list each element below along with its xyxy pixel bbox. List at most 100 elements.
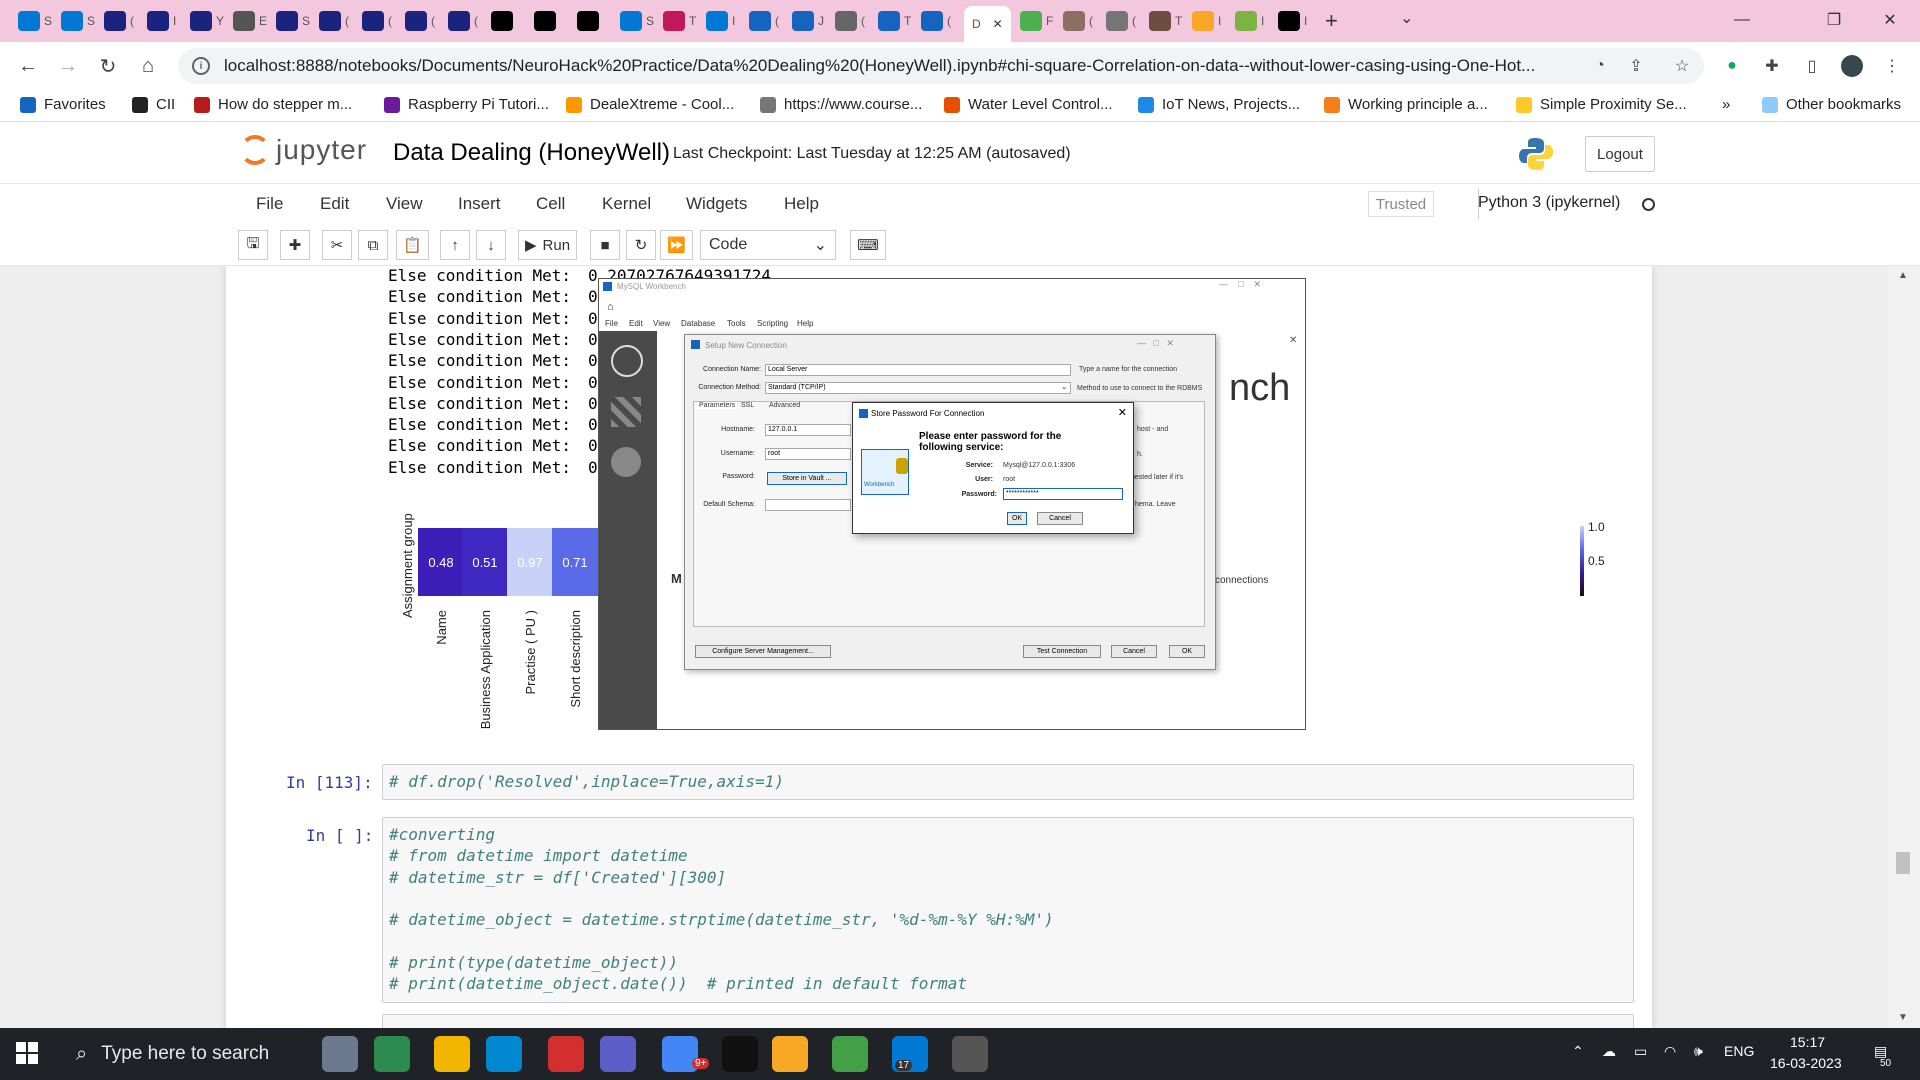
- keyboard-shortcuts-icon[interactable]: ⌨: [850, 230, 886, 260]
- show-hidden-icons[interactable]: ⌃: [1572, 1043, 1584, 1060]
- connection-name-field[interactable]: Local Server: [765, 364, 1071, 376]
- menu-insert[interactable]: Insert: [458, 194, 501, 214]
- browser-tab[interactable]: [577, 8, 603, 34]
- workbench-home-icon[interactable]: ⌂: [607, 301, 614, 313]
- insert-cell-icon[interactable]: ✚: [280, 230, 310, 260]
- menu-cell[interactable]: Cell: [536, 194, 565, 214]
- close-icon[interactable]: ✕: [1118, 406, 1127, 419]
- scroll-up-icon[interactable]: ▲: [1898, 270, 1908, 281]
- browser-tab[interactable]: F: [1020, 8, 1053, 34]
- bookmark-item[interactable]: Raspberry Pi Tutori...: [384, 96, 549, 113]
- browser-tab[interactable]: (: [405, 8, 435, 34]
- new-tab-icon[interactable]: +: [1325, 8, 1338, 34]
- browser-tab[interactable]: (: [362, 8, 392, 34]
- migration-icon[interactable]: [611, 447, 641, 477]
- store-password-dialog[interactable]: Store Password For Connection ✕ Workbenc…: [852, 402, 1134, 534]
- tab-parameters[interactable]: Parameters: [697, 402, 738, 409]
- test-connection-button[interactable]: Test Connection: [1023, 645, 1101, 658]
- trusted-indicator[interactable]: Trusted: [1368, 191, 1434, 217]
- browser-tab[interactable]: (: [921, 8, 951, 34]
- sticky-notes-icon[interactable]: [486, 1036, 522, 1072]
- reload-icon[interactable]: ↻: [94, 52, 122, 80]
- address-bar[interactable]: i localhost:8888/notebooks/Documents/Neu…: [178, 48, 1704, 84]
- restart-run-all-icon[interactable]: ⏩: [660, 230, 693, 260]
- workbench-menu-view[interactable]: View: [653, 319, 670, 328]
- browser-tab[interactable]: I: [706, 8, 735, 34]
- bookmark-star-icon[interactable]: ☆: [1670, 54, 1694, 78]
- close-tab-icon[interactable]: ✕: [993, 17, 1003, 31]
- move-down-icon[interactable]: ↓: [476, 230, 506, 260]
- battery-icon[interactable]: ▭: [1634, 1043, 1647, 1060]
- dialog-window-controls[interactable]: — □ ✕: [1137, 338, 1174, 349]
- browser-tab[interactable]: (: [1063, 8, 1093, 34]
- close-panel-icon[interactable]: ✕: [1289, 335, 1297, 346]
- windows-start-icon[interactable]: [16, 1042, 38, 1064]
- tab-list-dropdown-icon[interactable]: ⌄: [1400, 8, 1413, 28]
- scrollbar-thumb[interactable]: [1896, 852, 1910, 874]
- logout-button[interactable]: Logout: [1585, 136, 1655, 172]
- browser-tab[interactable]: [491, 8, 517, 34]
- cut-icon[interactable]: ✂: [322, 230, 352, 260]
- bookmark-item[interactable]: Water Level Control...: [944, 96, 1113, 113]
- volume-icon[interactable]: 🕪: [1694, 1043, 1703, 1060]
- code-cell[interactable]: # df.drop('Resolved',inplace=True,axis=1…: [382, 764, 1634, 800]
- browser-tab[interactable]: (: [448, 8, 478, 34]
- workbench-menu-file[interactable]: File: [605, 319, 618, 328]
- menu-edit[interactable]: Edit: [320, 194, 349, 214]
- onedrive-icon[interactable]: ☁: [1602, 1043, 1616, 1060]
- kernel-name[interactable]: Python 3 (ipykernel): [1478, 194, 1620, 212]
- home-icon[interactable]: ⌂: [134, 52, 162, 80]
- workbench-menu-edit[interactable]: Edit: [629, 319, 643, 328]
- other-bookmarks-folder[interactable]: Other bookmarks: [1762, 96, 1901, 113]
- browser-tab[interactable]: [534, 8, 560, 34]
- move-up-icon[interactable]: ↑: [440, 230, 470, 260]
- browser-tab[interactable]: S: [276, 8, 310, 34]
- menu-widgets[interactable]: Widgets: [686, 194, 747, 214]
- browser-tab[interactable]: T: [878, 8, 911, 34]
- taskbar-search-box[interactable]: ⌕ Type here to search: [62, 1028, 324, 1080]
- bookmark-item[interactable]: Simple Proximity Se...: [1516, 96, 1687, 113]
- dolphin-icon[interactable]: [611, 345, 643, 377]
- connection-method-select[interactable]: Standard (TCP/IP) ⌄: [765, 382, 1071, 394]
- notebook-title[interactable]: Data Dealing (HoneyWell): [393, 139, 670, 167]
- hostname-field[interactable]: 127.0.0.1: [765, 424, 851, 436]
- minimize-window-icon[interactable]: —: [1722, 6, 1762, 34]
- code-cell[interactable]: #converting # from datetime import dateti…: [382, 817, 1634, 1003]
- password-field[interactable]: ************: [1003, 488, 1123, 500]
- workbench-menu-help[interactable]: Help: [797, 319, 813, 328]
- cell-type-select[interactable]: Code ⌄: [700, 230, 836, 260]
- profile-avatar[interactable]: [1840, 54, 1864, 78]
- bookmark-item[interactable]: Favorites: [20, 96, 106, 113]
- browser-tab[interactable]: I: [1235, 8, 1264, 34]
- browser-tab[interactable]: (: [835, 8, 865, 34]
- run-button[interactable]: ▶ Run: [518, 230, 578, 260]
- restore-window-icon[interactable]: ❐: [1814, 6, 1854, 34]
- back-icon[interactable]: ←: [14, 52, 42, 80]
- workbench-window-controls[interactable]: — □ ✕: [1219, 279, 1261, 290]
- store-in-vault-button[interactable]: Store in Vault ...: [767, 472, 847, 485]
- bookmark-item[interactable]: DealeXtreme - Cool...: [566, 96, 734, 113]
- share-icon[interactable]: ⇪: [1624, 54, 1648, 78]
- menu-help[interactable]: Help: [784, 194, 819, 214]
- bookmark-item[interactable]: IoT News, Projects...: [1138, 96, 1300, 113]
- workbench-menu-database[interactable]: Database: [681, 319, 715, 328]
- browser-tab[interactable]: I: [1278, 8, 1307, 34]
- bookmark-item[interactable]: CII: [132, 96, 175, 113]
- photo-app-icon[interactable]: [322, 1036, 358, 1072]
- bookmark-item[interactable]: Working principle a...: [1324, 96, 1488, 113]
- mysql-workbench-icon[interactable]: [952, 1036, 988, 1072]
- interrupt-icon[interactable]: ■: [590, 230, 620, 260]
- performance-icon[interactable]: ◔: [1588, 54, 1612, 78]
- forward-icon[interactable]: →: [54, 52, 82, 80]
- site-info-icon[interactable]: i: [192, 57, 210, 75]
- browser-tab[interactable]: T: [1149, 8, 1182, 34]
- clock-date[interactable]: 16-03-2023: [1770, 1055, 1842, 1071]
- browser-tab[interactable]: T: [663, 8, 696, 34]
- wps-icon[interactable]: [548, 1036, 584, 1072]
- paste-icon[interactable]: 📋: [396, 230, 429, 260]
- workbench-menu-scripting[interactable]: Scripting: [757, 319, 788, 328]
- workbench-menu-tools[interactable]: Tools: [727, 319, 746, 328]
- default-schema-field[interactable]: [765, 499, 851, 511]
- browser-tab[interactable]: S: [620, 8, 654, 34]
- teams-icon[interactable]: [600, 1036, 636, 1072]
